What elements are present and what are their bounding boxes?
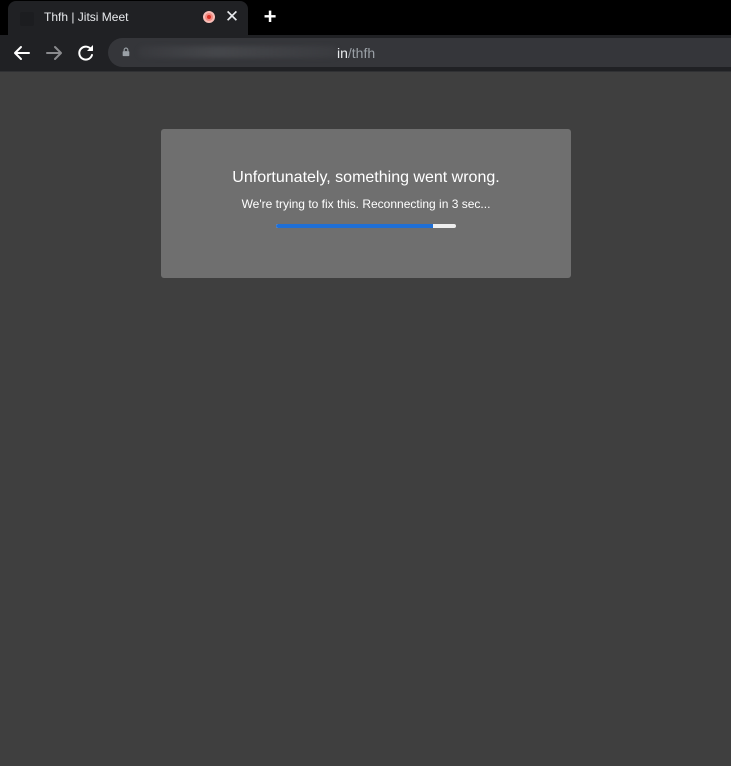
dialog-title: Unfortunately, something went wrong.	[232, 169, 500, 186]
plus-icon: +	[263, 4, 277, 29]
arrow-left-icon	[14, 46, 30, 60]
url-redacted-region	[138, 46, 338, 58]
browser-window: Thfh | Jitsi Meet ✕ + in/thfh Unfortunat…	[0, 0, 731, 766]
tab-title: Thfh | Jitsi Meet	[44, 10, 129, 24]
tab-strip: Thfh | Jitsi Meet ✕ +	[0, 0, 731, 35]
browser-toolbar: in/thfh	[0, 35, 731, 71]
reconnect-progress-fill	[276, 224, 433, 228]
jitsi-page: Unfortunately, something went wrong. We'…	[0, 72, 731, 766]
new-tab-button[interactable]: +	[260, 6, 280, 28]
url-host: in	[337, 45, 348, 61]
recording-icon	[203, 11, 215, 23]
address-bar[interactable]: in/thfh	[108, 38, 731, 67]
reconnect-message: We're trying to fix this. Reconnecting i…	[241, 197, 491, 211]
tab-jitsi-meet[interactable]: Thfh | Jitsi Meet ✕	[8, 1, 248, 35]
reload-button[interactable]	[75, 42, 97, 64]
lock-icon[interactable]	[121, 47, 131, 57]
jitsi-favicon-icon	[20, 12, 34, 26]
error-dialog: Unfortunately, something went wrong. We'…	[161, 129, 571, 278]
arrow-right-icon	[46, 46, 62, 60]
close-icon[interactable]: ✕	[224, 8, 240, 26]
url-path: /thfh	[347, 45, 376, 61]
back-button[interactable]	[11, 42, 33, 64]
reconnect-progress-bar	[276, 224, 456, 228]
url-text: in/thfh	[337, 45, 375, 61]
forward-button[interactable]	[43, 42, 65, 64]
reload-icon	[78, 45, 93, 61]
